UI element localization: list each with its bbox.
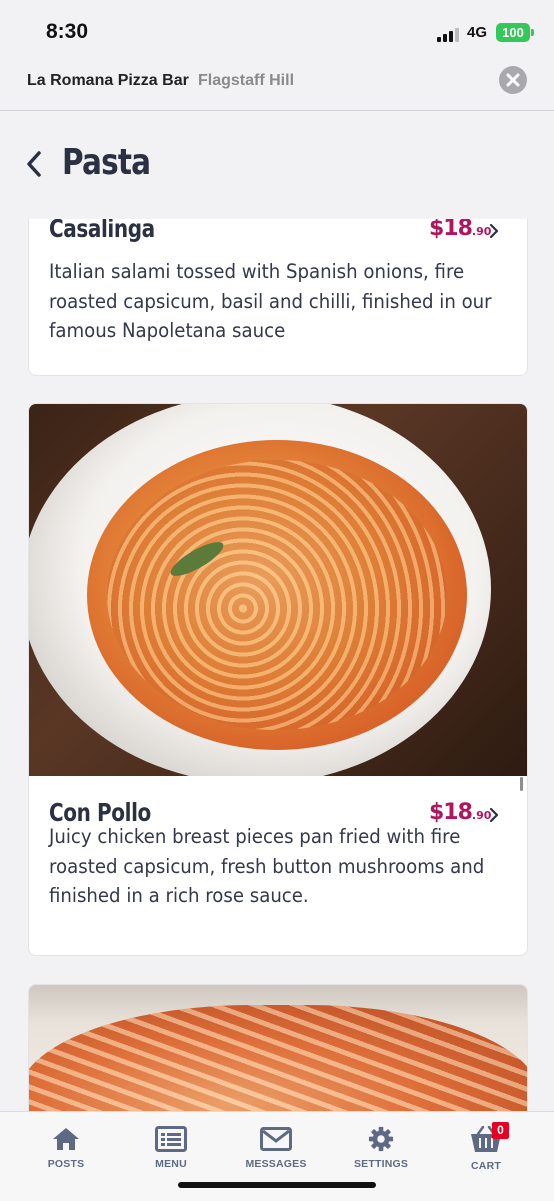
menu-item-card[interactable] [28, 984, 528, 1111]
signal-icon [437, 26, 461, 42]
menu-item-list[interactable]: Casalinga $18.90 Italian salami tossed w… [0, 219, 554, 1111]
cart-count-badge: 0 [492, 1122, 509, 1139]
item-description: Juicy chicken breast pieces pan fried wi… [49, 825, 485, 907]
home-icon [53, 1128, 79, 1150]
chevron-right-icon [489, 807, 499, 823]
scrollbar[interactable] [520, 777, 523, 791]
item-price: $18.90 [429, 219, 492, 241]
item-photo [29, 404, 527, 776]
menu-item-card[interactable]: Con Pollo $18.90 Juicy chicken breast pi… [28, 403, 528, 956]
close-icon [506, 73, 520, 87]
item-photo [29, 985, 527, 1111]
store-name: La Romana Pizza Bar [27, 72, 189, 89]
menu-item-card[interactable]: Casalinga $18.90 Italian salami tossed w… [28, 219, 528, 376]
tab-label: CART [471, 1160, 501, 1172]
tab-label: MENU [155, 1158, 187, 1170]
gear-icon [368, 1126, 394, 1152]
store-header: La Romana Pizza Bar Flagstaff Hill [0, 62, 554, 111]
menu-list-icon [155, 1126, 187, 1152]
tab-posts[interactable]: POSTS [26, 1126, 106, 1170]
tab-messages[interactable]: MESSAGES [236, 1126, 316, 1170]
chevron-right-icon [489, 223, 499, 239]
tab-settings[interactable]: SETTINGS [341, 1126, 421, 1170]
tab-label: MESSAGES [245, 1158, 307, 1170]
home-indicator [178, 1182, 376, 1188]
item-description: Italian salami tossed with Spanish onion… [49, 260, 492, 342]
battery-icon: 100 [496, 23, 534, 42]
envelope-icon [260, 1127, 292, 1151]
close-button[interactable] [499, 66, 527, 94]
page-title: Pasta [62, 142, 151, 183]
status-bar: 8:30 4G 100 [0, 0, 554, 62]
tab-label: POSTS [47, 1158, 85, 1170]
tab-label: SETTINGS [353, 1158, 409, 1170]
back-chevron-icon[interactable] [24, 150, 46, 178]
item-name: Casalinga [49, 219, 155, 243]
status-time: 8:30 [46, 20, 89, 43]
tab-cart[interactable]: 0 CART [446, 1122, 526, 1172]
network-label: 4G [467, 24, 488, 41]
store-location: Flagstaff Hill [198, 72, 295, 89]
tab-menu[interactable]: MENU [131, 1126, 211, 1170]
